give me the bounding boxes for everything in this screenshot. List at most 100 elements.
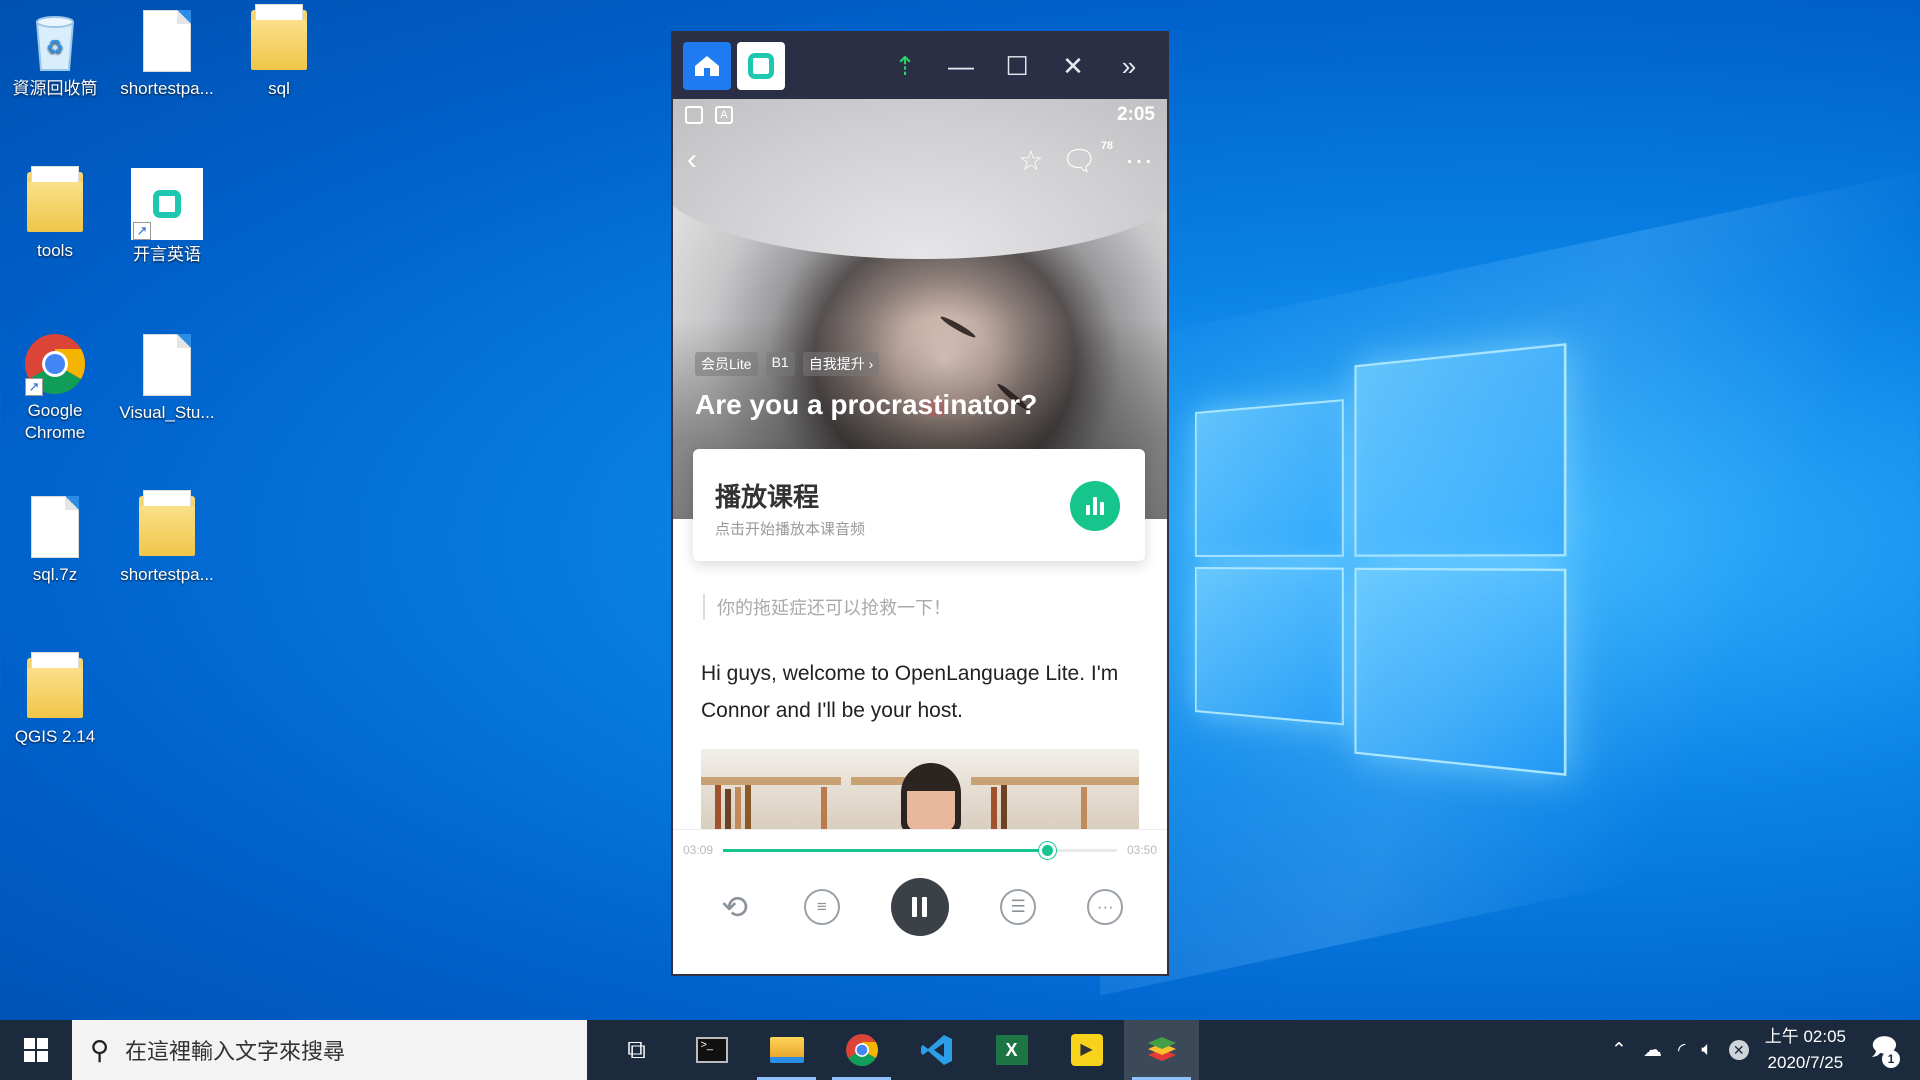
play-lesson-title: 播放课程 [715,482,820,512]
expand-sidebar-button[interactable]: » [1101,40,1157,92]
notification-center-button[interactable]: 🗩︎ 1 [1862,1028,1906,1072]
audio-bars-button[interactable] [1070,481,1120,531]
home-icon [695,56,719,76]
recycle-bin-icon: ♻ [23,10,87,74]
emulator-window: ⇡ — ☐ ✕ » A 2:05 ‹ ☆ 🗨︎ 78 ··· 会员Lite B1… [671,31,1169,976]
chrome-taskbar-button[interactable] [824,1020,899,1080]
zip-folder-icon [135,490,199,560]
desktop-icon-recycle-bin[interactable]: ♻ 資源回收筒 [5,10,105,100]
bluestacks-taskbar-button[interactable] [1124,1020,1199,1080]
task-view-button[interactable]: ⧉ [599,1020,674,1080]
taskbar-search-box[interactable]: ⚲ 在這裡輸入文字來搜尋 [72,1020,587,1080]
desktop-icon-shortestpath-zip[interactable]: shortestpa... [117,490,217,586]
terminal-icon: >_ [695,1037,728,1063]
excel-taskbar-button[interactable]: X [974,1020,1049,1080]
file-icon [135,10,199,74]
desktop-icon-kaiyan[interactable]: ↗ 开言英语 [117,168,217,266]
progress-fill [723,848,1047,852]
elapsed-time: 03:09 [683,843,714,857]
network-error-icon[interactable]: ✕ [1728,1040,1749,1060]
playlist-icon: ≡ [816,897,827,916]
chrome-icon [845,1034,878,1066]
search-placeholder: 在這裡輸入文字來搜尋 [125,1039,346,1064]
tag-membership: 会员Lite [695,352,758,376]
file-explorer-taskbar-button[interactable] [749,1020,824,1080]
svg-text:♻: ♻ [46,37,64,59]
shortcut-arrow-icon: ↗ [133,222,151,240]
close-button[interactable]: ✕ [1045,40,1101,92]
pause-button[interactable] [890,878,949,936]
potplayer-taskbar-button[interactable]: ▶ [1049,1020,1124,1080]
desktop-icon-label: QGIS 2.14 [14,727,96,746]
tag-category[interactable]: 自我提升 › [802,352,880,376]
comment-bubble-icon: 🗨︎ [1061,144,1098,176]
lesson-nav-bar: ‹ ☆ 🗨︎ 78 ··· [673,135,1167,185]
ellipsis-icon: ··· [1096,897,1114,916]
lesson-title: Are you a procrastinator? [695,389,1038,420]
maximize-button[interactable]: ☐ [989,40,1045,92]
app-tab-button[interactable] [737,42,785,90]
emulator-titlebar: ⇡ — ☐ ✕ » [673,33,1167,99]
comments-button[interactable]: 🗨︎ 78 [1061,140,1113,177]
desktop-icon-sql-folder[interactable]: sql [229,4,329,100]
volume-icon[interactable]: 🔈︎ [1701,1039,1712,1061]
show-hidden-icons-button[interactable]: ⌃ [1611,1039,1627,1062]
more-player-options-button[interactable]: ··· [1087,889,1124,925]
lesson-quote: 你的拖延症还可以抢救一下！ [703,594,951,620]
status-time: 2:05 [1116,104,1155,125]
favorite-star-button[interactable]: ☆ [1018,144,1043,177]
desktop-icon-label: Visual_Stu... [119,403,215,422]
desktop-icon-visual-studio-file[interactable]: Visual_Stu... [117,334,217,424]
desktop-icon-shortestpath-file[interactable]: shortestpa... [117,10,217,100]
taskbar-clock[interactable]: 上午 02:05 2020/7/25 [1765,1024,1846,1076]
desktop-icon-label: tools [37,241,73,260]
status-app-icon [685,106,703,124]
subtitle-button[interactable]: ☰ [1000,889,1037,925]
vscode-icon [920,1035,952,1065]
home-tab-button[interactable] [683,42,731,90]
desktop-icon-label: shortestpa... [120,79,214,98]
more-options-button[interactable]: ··· [1125,144,1153,176]
playlist-button[interactable]: ≡ [803,889,840,925]
taskbar: ⚲ 在這裡輸入文字來搜尋 ⧉ >_ X ▶ ⌃ ☁ ◜ 🔈︎ ✕ 上午 02:0… [0,1020,1920,1080]
vscode-taskbar-button[interactable] [899,1020,974,1080]
wifi-icon[interactable]: ◜ [1678,1039,1685,1062]
back-button[interactable]: ‹ [687,143,717,177]
desktop-icon-tools[interactable]: tools [5,166,105,262]
double-chevron-right-icon: » [1121,50,1137,81]
windows-logo-icon [24,1038,48,1062]
tag-level: B1 [765,352,795,376]
progress-track[interactable] [723,841,1117,859]
start-button[interactable] [0,1020,72,1080]
minimize-icon: — [948,50,974,81]
repeat-button[interactable]: ⟲ [717,889,753,925]
taskbar-apps: ⧉ >_ X ▶ [599,1020,1199,1080]
progress-row: 03:09 03:50 [683,840,1157,860]
file-icon [23,496,87,560]
onedrive-icon[interactable]: ☁ [1643,1039,1662,1062]
upload-apk-button[interactable]: ⇡ [877,40,933,92]
terminal-taskbar-button[interactable]: >_ [674,1020,749,1080]
bluestacks-icon [1147,1037,1176,1061]
desktop-icon-sql-7z[interactable]: sql.7z [5,496,105,586]
play-lesson-card[interactable]: 播放课程 点击开始播放本课音频 [693,449,1145,561]
total-time: 03:50 [1126,843,1157,857]
folder-icon [23,652,87,722]
minimize-button[interactable]: — [933,40,989,92]
desktop-icon-label: sql [268,79,290,98]
folder-icon [23,166,87,236]
lesson-body-text: Hi guys, welcome to OpenLanguage Lite. I… [701,662,1119,722]
player-controls: ⟲ ≡ ☰ ··· [673,878,1167,936]
desktop-icon-label: 开言英语 [133,245,201,264]
file-explorer-icon [769,1037,804,1063]
folder-icon [247,4,311,74]
desktop-icon-label: shortestpa... [120,565,214,584]
audio-player-bar: 03:09 03:50 ⟲ ≡ ☰ ··· [673,829,1167,974]
search-icon: ⚲ [90,1034,110,1065]
wallpaper-windows-logo [1195,343,1567,776]
desktop-icon-chrome[interactable]: ↗ Google Chrome [5,332,105,444]
android-screen: A 2:05 ‹ ☆ 🗨︎ 78 ··· 会员Lite B1 自我提升 › Ar… [673,99,1167,974]
progress-knob[interactable] [1038,841,1056,859]
desktop-icon-qgis[interactable]: QGIS 2.14 [5,652,105,748]
clock-time: 上午 02:05 [1764,1027,1846,1046]
